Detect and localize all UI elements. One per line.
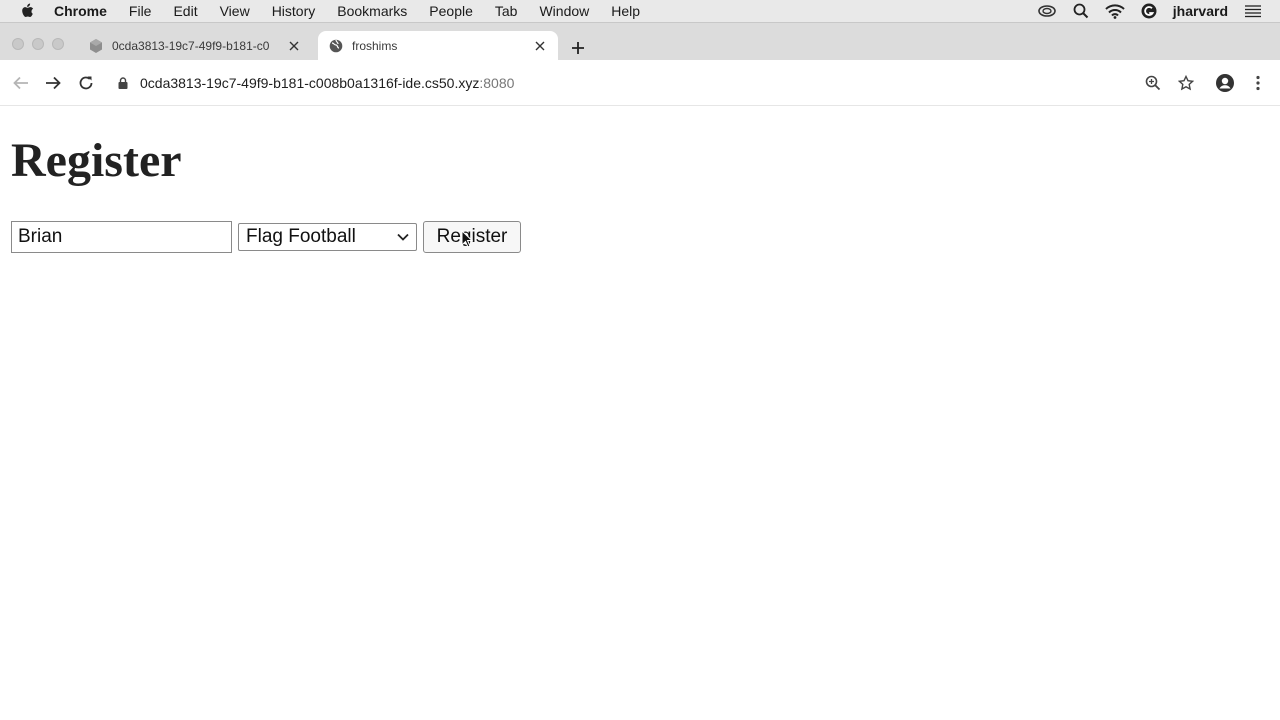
lock-icon[interactable]	[118, 77, 128, 89]
address-bar[interactable]: 0cda3813-19c7-49f9-b181-c008b0a1316f-ide…	[118, 72, 514, 94]
page-content: Register Flag Football Register	[0, 107, 1280, 720]
tab-froshims[interactable]: froshims	[318, 31, 558, 61]
sport-select[interactable]: Flag Football	[238, 223, 417, 251]
zoom-window-button[interactable]	[52, 38, 64, 50]
menu-history[interactable]: History	[272, 3, 316, 19]
profile-avatar-icon[interactable]	[1214, 72, 1236, 94]
page-title: Register	[11, 134, 182, 187]
menu-edit[interactable]: Edit	[173, 3, 197, 19]
url-host: 0cda3813-19c7-49f9-b181-c008b0a1316f-ide…	[140, 75, 480, 91]
spotlight-search-icon[interactable]	[1073, 3, 1089, 19]
chevron-down-icon	[396, 230, 410, 244]
menu-bookmarks[interactable]: Bookmarks	[337, 3, 407, 19]
back-arrow-icon[interactable]	[10, 72, 32, 94]
window-controls	[12, 38, 72, 50]
zoom-magnifier-icon[interactable]	[1142, 72, 1164, 94]
tab-cs50-ide[interactable]: 0cda3813-19c7-49f9-b181-c0	[82, 31, 312, 61]
tab-close-icon[interactable]	[286, 38, 302, 54]
reload-icon[interactable]	[75, 72, 97, 94]
tab-title: froshims	[352, 39, 398, 53]
url-port: :8080	[479, 75, 515, 91]
menu-people[interactable]: People	[429, 3, 473, 19]
sport-select-value: Flag Football	[246, 226, 356, 247]
notification-center-icon[interactable]	[1244, 4, 1262, 18]
browser-toolbar: 0cda3813-19c7-49f9-b181-c008b0a1316f-ide…	[0, 60, 1280, 106]
menu-tab[interactable]: Tab	[495, 3, 518, 19]
macos-menu-bar: Chrome File Edit View History Bookmarks …	[0, 0, 1280, 22]
close-window-button[interactable]	[12, 38, 24, 50]
browser-tab-strip: 0cda3813-19c7-49f9-b181-c0 froshims	[0, 22, 1280, 61]
menu-file[interactable]: File	[129, 3, 152, 19]
register-form: Flag Football Register	[11, 221, 521, 253]
tab-close-icon[interactable]	[532, 38, 548, 54]
forward-arrow-icon[interactable]	[42, 72, 64, 94]
wifi-icon[interactable]	[1105, 3, 1125, 19]
more-menu-kebab-icon[interactable]	[1247, 72, 1269, 94]
apple-icon[interactable]	[20, 3, 36, 19]
creative-cloud-icon[interactable]	[1037, 4, 1057, 18]
name-input[interactable]	[11, 221, 232, 253]
bookmark-star-icon[interactable]	[1175, 72, 1197, 94]
menu-window[interactable]: Window	[539, 3, 589, 19]
globe-favicon-icon	[328, 38, 344, 54]
cube-favicon-icon	[88, 38, 104, 54]
menubar-username[interactable]: jharvard	[1173, 3, 1228, 19]
new-tab-plus-icon[interactable]	[568, 38, 588, 58]
tab-title: 0cda3813-19c7-49f9-b181-c0	[112, 39, 270, 53]
menubar-status-area: jharvard	[1021, 3, 1262, 19]
menu-help[interactable]: Help	[611, 3, 640, 19]
mouse-pointer-icon	[461, 229, 474, 253]
minimize-window-button[interactable]	[32, 38, 44, 50]
user-account-icon[interactable]	[1141, 3, 1157, 19]
menu-chrome[interactable]: Chrome	[54, 3, 107, 19]
menu-view[interactable]: View	[220, 3, 250, 19]
